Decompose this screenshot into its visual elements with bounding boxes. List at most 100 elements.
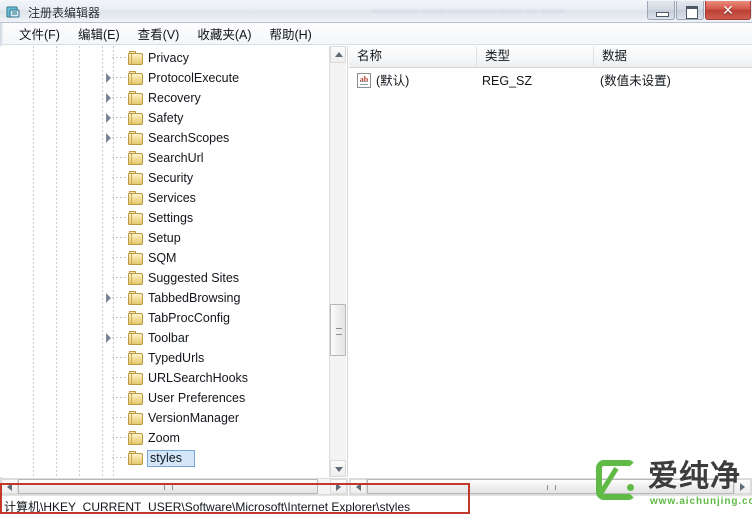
tree-item-services[interactable]: Services: [0, 188, 330, 208]
tree-item-security[interactable]: Security: [0, 168, 330, 188]
tree-connector: [112, 137, 126, 138]
chevron-right-icon[interactable]: [104, 93, 113, 103]
window-title-ghost: ———— —— ———— —— — ——: [372, 5, 565, 17]
scroll-right-arrow-icon[interactable]: [330, 479, 347, 494]
scrollbar-thumb[interactable]: [18, 479, 318, 494]
tree-connector: [112, 117, 126, 118]
registry-key-folder-icon: [128, 311, 144, 325]
registry-key-folder-icon: [128, 71, 144, 85]
tree-vertical-scrollbar[interactable]: [329, 46, 346, 477]
value-data: (数值未设置): [600, 74, 671, 88]
tree-item-setup[interactable]: Setup: [0, 228, 330, 248]
tree-item-suggested-sites[interactable]: Suggested Sites: [0, 268, 330, 288]
minimize-button[interactable]: [647, 1, 675, 20]
menu-view[interactable]: 查看(V): [129, 22, 189, 45]
tree-item-recovery[interactable]: Recovery: [0, 88, 330, 108]
scroll-up-arrow-icon[interactable]: [330, 46, 346, 63]
registry-key-folder-icon: [128, 211, 144, 225]
menu-help[interactable]: 帮助(H): [260, 22, 320, 45]
tree-connector: [112, 377, 126, 378]
value-name: (默认): [376, 74, 410, 88]
close-button[interactable]: ✕: [705, 1, 751, 20]
tree-item-label: Services: [148, 191, 196, 205]
tree-item-typedurls[interactable]: TypedUrls: [0, 348, 330, 368]
chevron-right-icon[interactable]: [104, 293, 113, 303]
scrollbar-thumb[interactable]: [330, 304, 346, 356]
tree-item-toolbar[interactable]: Toolbar: [0, 328, 330, 348]
tree-item-label: TabbedBrowsing: [148, 291, 241, 305]
registry-key-folder-icon: [128, 151, 144, 165]
watermark: 爱纯净 www.aichunjing.com: [596, 458, 752, 510]
tree-item-tabbedbrowsing[interactable]: TabbedBrowsing: [0, 288, 330, 308]
tree-item-safety[interactable]: Safety: [0, 108, 330, 128]
tree-connector: [112, 457, 126, 458]
tree-item-label: Suggested Sites: [148, 271, 240, 285]
tree-item-label: URLSearchHooks: [148, 371, 249, 385]
tree-connector: [112, 417, 126, 418]
registry-editor-window: 注册表编辑器 ———— —— ———— —— — —— ✕ 文件(F) 编辑(E…: [0, 0, 752, 515]
tree-item-settings[interactable]: Settings: [0, 208, 330, 228]
registry-tree[interactable]: Privacy ProtocolExecute Recovery Safety Sear…: [0, 48, 330, 468]
scroll-down-arrow-icon[interactable]: [330, 460, 346, 477]
registry-key-folder-icon: [128, 431, 144, 445]
registry-key-folder-icon: [128, 91, 144, 105]
maximize-button[interactable]: [676, 1, 704, 20]
registry-key-folder-icon: [128, 131, 144, 145]
tree-connector: [112, 337, 126, 338]
tree-connector: [112, 57, 126, 58]
tree-item-versionmanager[interactable]: VersionManager: [0, 408, 330, 428]
tree-item-styles[interactable]: styles: [0, 448, 330, 468]
column-header-data[interactable]: 数据: [594, 46, 752, 68]
tree-connector: [112, 157, 126, 158]
chevron-right-icon[interactable]: [104, 133, 113, 143]
registry-key-folder-icon: [128, 411, 144, 425]
tree-item-label: TabProcConfig: [148, 311, 230, 325]
tree-connector: [112, 197, 126, 198]
registry-editor-icon: [6, 4, 22, 20]
registry-key-folder-icon: [128, 271, 144, 285]
menu-bar: 文件(F) 编辑(E) 查看(V) 收藏夹(A) 帮助(H): [0, 23, 752, 45]
chevron-right-icon[interactable]: [104, 333, 113, 343]
registry-tree-pane: Privacy ProtocolExecute Recovery Safety Sear…: [0, 46, 348, 477]
registry-key-folder-icon: [128, 111, 144, 125]
tree-item-tabprocconfig[interactable]: TabProcConfig: [0, 308, 330, 328]
tree-item-urlsearchhooks[interactable]: URLSearchHooks: [0, 368, 330, 388]
registry-key-folder-icon: [128, 451, 144, 465]
tree-item-searchscopes[interactable]: SearchScopes: [0, 128, 330, 148]
menu-file[interactable]: 文件(F): [10, 22, 69, 45]
table-row[interactable]: ab (默认) REG_SZ (数值未设置): [349, 71, 752, 91]
tree-item-label: TypedUrls: [148, 351, 205, 365]
registry-key-folder-icon: [128, 371, 144, 385]
tree-item-zoom[interactable]: Zoom: [0, 428, 330, 448]
tree-connector: [112, 177, 126, 178]
chevron-right-icon[interactable]: [104, 73, 113, 83]
tree-item-privacy[interactable]: Privacy: [0, 48, 330, 68]
menu-favorites[interactable]: 收藏夹(A): [188, 22, 260, 45]
tree-horizontal-scrollbar[interactable]: [0, 478, 348, 495]
registry-key-folder-icon: [128, 331, 144, 345]
scroll-left-arrow-icon[interactable]: [350, 479, 367, 494]
registry-key-folder-icon: [128, 171, 144, 185]
registry-key-folder-icon: [128, 351, 144, 365]
tree-item-label: VersionManager: [148, 411, 240, 425]
tree-item-label: Toolbar: [148, 331, 189, 345]
menu-edit[interactable]: 编辑(E): [69, 22, 129, 45]
string-value-icon-label: ab: [359, 75, 369, 84]
registry-key-folder-icon: [128, 191, 144, 205]
tree-item-searchurl[interactable]: SearchUrl: [0, 148, 330, 168]
tree-item-label: SearchScopes: [148, 131, 230, 145]
tree-item-label: Security: [148, 171, 194, 185]
tree-connector: [112, 277, 126, 278]
registry-values-pane: 名称 类型 数据 ab (默认) REG_SZ (数值未设置): [349, 46, 752, 477]
tree-connector: [112, 237, 126, 238]
column-header-type[interactable]: 类型: [477, 46, 594, 68]
chevron-right-icon[interactable]: [104, 113, 113, 123]
tree-item-protocolexecute[interactable]: ProtocolExecute: [0, 68, 330, 88]
column-header-name[interactable]: 名称: [349, 46, 477, 68]
tree-item-sqm[interactable]: SQM: [0, 248, 330, 268]
value-list-header: 名称 类型 数据: [349, 46, 752, 68]
tree-item-user-preferences[interactable]: User Preferences: [0, 388, 330, 408]
tree-item-label: Zoom: [148, 431, 180, 445]
scroll-left-arrow-icon[interactable]: [1, 479, 18, 494]
tree-connector: [112, 357, 126, 358]
